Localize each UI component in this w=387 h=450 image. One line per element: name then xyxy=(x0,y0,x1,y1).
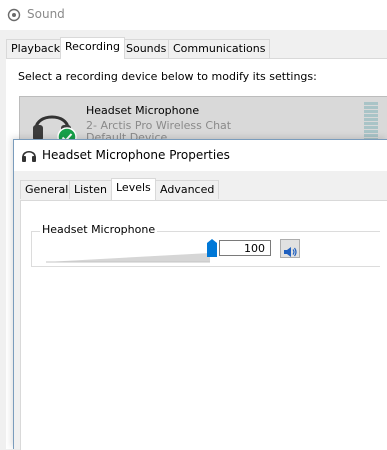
tab-label: Advanced xyxy=(160,183,215,196)
properties-window-title: Headset Microphone Properties xyxy=(42,148,230,162)
tab-label: Sounds xyxy=(126,42,167,55)
speaker-icon xyxy=(284,243,297,257)
tab-label: Recording xyxy=(65,40,121,53)
tab-playback[interactable]: Playback xyxy=(6,39,66,58)
levels-group: Headset Microphone 100 xyxy=(31,223,380,267)
tab-levels[interactable]: Levels xyxy=(111,178,156,200)
mute-button[interactable] xyxy=(280,239,300,258)
sound-window-title: Sound xyxy=(27,7,65,21)
tab-sounds[interactable]: Sounds xyxy=(121,39,172,58)
recording-instruction: Select a recording device below to modif… xyxy=(18,70,317,83)
tab-label: Playback xyxy=(11,42,61,55)
tab-label: Listen xyxy=(74,183,107,196)
tab-advanced[interactable]: Advanced xyxy=(155,180,220,199)
speaker-app-icon xyxy=(7,7,21,22)
volume-slider-track[interactable] xyxy=(46,243,210,263)
tab-communications[interactable]: Communications xyxy=(168,39,271,58)
volume-slider-thumb[interactable] xyxy=(207,239,217,257)
device-name: Headset Microphone xyxy=(86,104,200,117)
tab-listen[interactable]: Listen xyxy=(69,180,112,199)
sound-title-bar: Sound xyxy=(0,0,387,30)
headset-icon xyxy=(21,148,37,164)
properties-window: Headset Microphone Properties General Li… xyxy=(13,139,387,450)
tab-label: Communications xyxy=(173,42,266,55)
levels-group-label: Headset Microphone xyxy=(40,223,158,236)
levels-panel: Headset Microphone 100 xyxy=(20,200,387,450)
tab-general[interactable]: General xyxy=(20,180,74,199)
tab-label: General xyxy=(25,183,69,196)
volume-value-field[interactable]: 100 xyxy=(219,240,271,256)
tab-recording[interactable]: Recording xyxy=(60,37,126,59)
tab-label: Levels xyxy=(116,181,151,194)
properties-title-bar: Headset Microphone Properties xyxy=(14,140,387,171)
